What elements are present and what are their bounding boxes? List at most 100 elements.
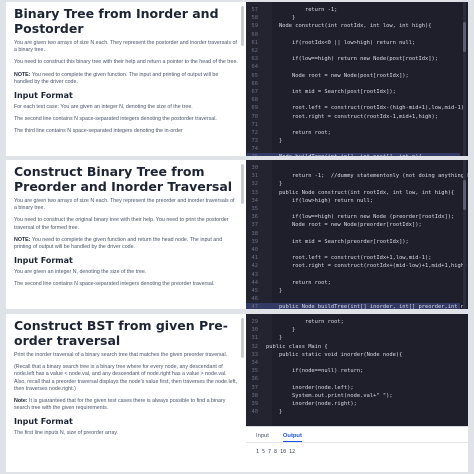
code-line[interactable]: 68	[246, 96, 460, 104]
line-number: 74	[251, 146, 259, 153]
line-number: 46	[251, 296, 259, 303]
line-number: 59	[251, 23, 259, 30]
code-line[interactable]: 71	[246, 121, 460, 129]
code-line[interactable]: 74	[246, 145, 460, 153]
code-text: inorder(node.right);	[266, 400, 357, 407]
code-text: }	[266, 335, 283, 342]
line-number: 36	[251, 214, 259, 221]
code-line[interactable]: 73 }	[246, 137, 460, 145]
code-line[interactable]: 44 return root;	[246, 279, 460, 287]
code-line[interactable]: 57 return -1;	[246, 6, 460, 14]
code-line[interactable]: 30 }	[246, 326, 460, 334]
code-editor[interactable]: 57 return -1; 58 } 59 Node construct(int r…	[246, 2, 468, 156]
description-text: You are given two arrays of size N each.…	[14, 40, 237, 54]
code-text: return -1;	[266, 7, 338, 14]
editor-scrollbar[interactable]	[463, 2, 466, 156]
code-line[interactable]: 42 root.right = construct(rootIdx+(mid-l…	[246, 262, 469, 270]
code-editor[interactable]: 30 31 return -1; //dummy statementonly (n…	[246, 160, 468, 309]
input-format-heading: Input Format	[14, 91, 73, 101]
line-number: 47	[251, 304, 259, 309]
line-number: 66	[251, 80, 259, 87]
line-number: 40	[251, 409, 259, 416]
code-line[interactable]: 34	[246, 359, 460, 367]
line-number: 70	[251, 113, 259, 120]
code-line[interactable]: 37 inorder(node.left);	[246, 384, 460, 392]
code-line[interactable]: 30	[246, 164, 460, 172]
code-lines[interactable]: 30 31 return -1; //dummy statementonly (n…	[246, 164, 469, 309]
code-line[interactable]: 41 root.left = construct(rootIdx+1,low,m…	[246, 254, 460, 262]
line-number: 73	[251, 138, 259, 145]
code-line[interactable]: 62	[246, 47, 460, 55]
line-number: 39	[251, 238, 259, 245]
code-text: if(rootIdx<0 || low>high) return null;	[266, 39, 416, 46]
code-line[interactable]: 31 }	[246, 334, 460, 342]
line-number: 33	[251, 189, 259, 196]
line-number: 31	[251, 335, 259, 342]
code-text: public Node buildTree(int[] inorder, int…	[266, 304, 468, 309]
note-text: NOTE: You need to complete the given fun…	[14, 236, 223, 251]
line-number: 36	[251, 376, 259, 383]
description-scrollbar[interactable]	[241, 164, 244, 204]
line-number: 38	[251, 392, 259, 399]
code-text: public Node construct(int rootIdx, int l…	[266, 189, 455, 196]
code-line[interactable]: 33 public static void inorder(Node node)…	[246, 351, 460, 359]
code-line[interactable]: 29 return root;	[246, 318, 460, 326]
code-line[interactable]: 35 if(node==null) return;	[246, 367, 460, 375]
code-text: public static void inorder(Node node){	[266, 351, 403, 358]
code-line[interactable]: 61 if(rootIdx<0 || low>high) return null…	[246, 39, 460, 47]
problem-title: Construct BST from given Pre-order trave…	[14, 318, 228, 348]
line-number: 37	[251, 222, 259, 229]
code-line[interactable]: 60	[246, 31, 460, 39]
code-line[interactable]: 67 int mid = Search(post[rootIdx]);	[246, 88, 460, 96]
code-line[interactable]: 38 System.out.print(node.val+" ");	[246, 392, 460, 400]
code-editor[interactable]: 29 return root; 30 } 31 } 32 public class Ma…	[246, 314, 468, 472]
code-lines[interactable]: 57 return -1; 58 } 59 Node construct(int r…	[246, 6, 468, 156]
editor-scrollbar[interactable]	[463, 160, 466, 309]
tab-output[interactable]: Output	[282, 433, 302, 442]
code-line[interactable]: 40 }	[246, 408, 460, 416]
code-line[interactable]: 43	[246, 270, 460, 278]
code-line[interactable]: 39 inorder(node.right);	[246, 400, 460, 408]
output-text: 1 5 7 8 10 12	[256, 449, 296, 455]
line-number: 32	[251, 343, 259, 350]
code-text: if(low>high) return null;	[266, 197, 374, 204]
line-number: 65	[251, 72, 259, 79]
code-line[interactable]: 46	[246, 295, 460, 303]
description-scrollbar[interactable]	[241, 6, 244, 46]
code-line[interactable]: 32 public class Main {	[246, 343, 460, 351]
code-line[interactable]: 33 public Node construct(int rootIdx, in…	[246, 189, 460, 197]
code-lines[interactable]: 29 return root; 30 } 31 } 32 public class Ma…	[246, 318, 460, 416]
code-line[interactable]: 63 if(low==high) return new Node(post[ro…	[246, 55, 460, 63]
tab-input[interactable]: Input	[256, 433, 269, 442]
code-line[interactable]: 32 }	[246, 180, 460, 188]
code-line[interactable]: 64	[246, 63, 460, 71]
code-line[interactable]: 69 root.left = construct(rootIdx-(high-m…	[246, 104, 468, 112]
description-text: You need to construct this binary tree w…	[14, 59, 238, 66]
code-line[interactable]: 36	[246, 375, 460, 383]
code-line[interactable]: 75 Node buildTree(int in[], int post[], …	[246, 153, 460, 156]
code-text: }	[266, 327, 296, 334]
code-line[interactable]: 38	[246, 230, 460, 238]
line-number: 43	[251, 271, 259, 278]
code-line[interactable]: 35	[246, 205, 460, 213]
code-line[interactable]: 70 root.right = construct(rootIdx-1,mid+…	[246, 112, 460, 120]
line-number: 57	[251, 7, 259, 14]
code-line[interactable]: 31 return -1; //dummy statementonly (not…	[246, 172, 469, 180]
code-line[interactable]: 40	[246, 246, 460, 254]
code-line[interactable]: 45 }	[246, 287, 460, 295]
line-number: 44	[251, 279, 259, 286]
description-scrollbar[interactable]	[241, 318, 244, 358]
code-text: root.right = construct(rootIdx+(mid-low)…	[266, 263, 468, 270]
code-line[interactable]: 36 if(low==high) return new Node (preord…	[246, 213, 460, 221]
line-number: 33	[251, 351, 259, 358]
code-line[interactable]: 66	[246, 80, 460, 88]
code-line[interactable]: 37 Node root = new Node(preorder[rootIdx…	[246, 221, 460, 229]
code-line[interactable]: 39 int mid = Search(preorder[rootIdx]);	[246, 238, 460, 246]
code-line[interactable]: 65 Node root = new Node(post[rootIdx]);	[246, 72, 460, 80]
line-number: 63	[251, 56, 259, 63]
code-line[interactable]: 47 public Node buildTree(int[] inorder, …	[246, 303, 467, 309]
code-line[interactable]: 59 Node construct(int rootIdx, int low, …	[246, 22, 460, 30]
code-line[interactable]: 34 if(low>high) return null;	[246, 197, 460, 205]
code-line[interactable]: 58 }	[246, 14, 460, 22]
code-line[interactable]: 72 return root;	[246, 129, 460, 137]
